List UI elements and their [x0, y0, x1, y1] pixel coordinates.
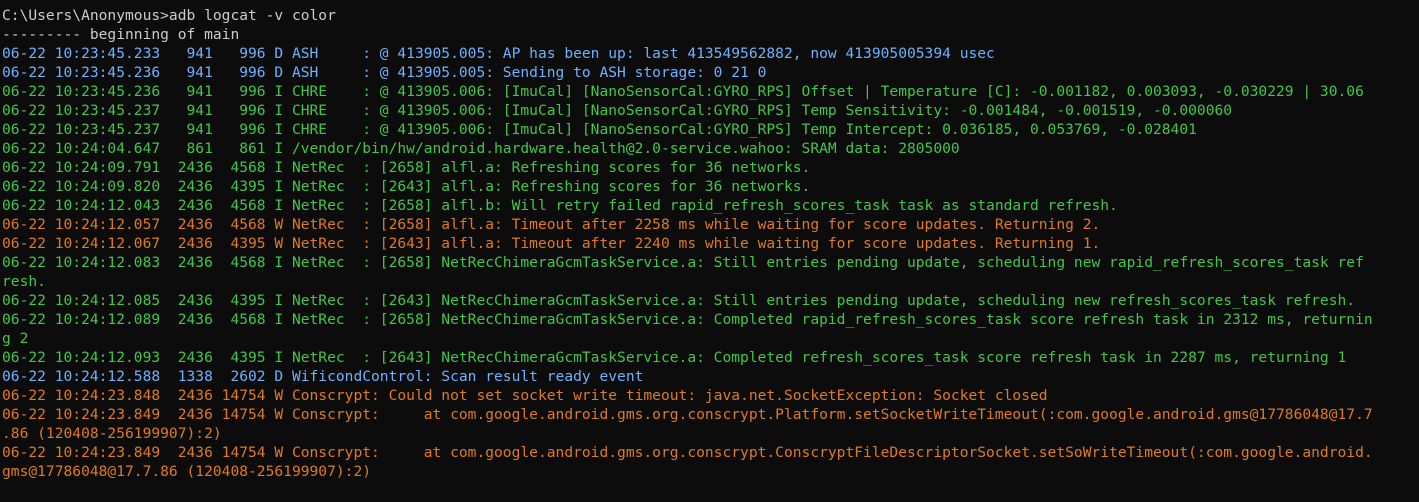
- log-line: 06-22 10:24:12.043 2436 4568 I NetRec : …: [2, 197, 1118, 214]
- log-line: 06-22 10:24:23.849 2436 14754 W Conscryp…: [2, 406, 1373, 423]
- log-line: 06-22 10:24:12.057 2436 4568 W NetRec : …: [2, 216, 1101, 233]
- log-line: 06-22 10:24:04.647 861 861 I /vendor/bin…: [2, 140, 960, 157]
- log-line: 06-22 10:24:09.791 2436 4568 I NetRec : …: [2, 159, 811, 176]
- log-line: 06-22 10:24:12.089 2436 4568 I NetRec : …: [2, 311, 1373, 328]
- log-line: g 2: [2, 330, 29, 347]
- log-line: 06-22 10:24:12.067 2436 4395 W NetRec : …: [2, 235, 1101, 252]
- log-line: 06-22 10:24:12.083 2436 4568 I NetRec : …: [2, 254, 1364, 271]
- log-line: 06-22 10:24:12.085 2436 4395 I NetRec : …: [2, 292, 1356, 309]
- log-line: gms@17786048@17.7.86 (120408-256199907):…: [2, 463, 372, 480]
- log-line: 06-22 10:24:09.820 2436 4395 I NetRec : …: [2, 178, 811, 195]
- log-line: 06-22 10:23:45.233 941 996 D ASH : @ 413…: [2, 45, 995, 62]
- log-line: 06-22 10:24:12.588 1338 2602 D WificondC…: [2, 368, 644, 385]
- log-line: resh.: [2, 273, 46, 290]
- command-line: C:\Users\Anonymous>adb logcat -v color: [2, 7, 336, 24]
- log-separator: --------- beginning of main: [2, 26, 240, 43]
- log-line: .86 (120408-256199907):2): [2, 425, 222, 442]
- log-line: 06-22 10:23:45.236 941 996 I CHRE : @ 41…: [2, 83, 1364, 100]
- log-line: 06-22 10:23:45.237 941 996 I CHRE : @ 41…: [2, 102, 1233, 119]
- log-line: 06-22 10:24:23.849 2436 14754 W Conscryp…: [2, 444, 1373, 461]
- log-line: 06-22 10:23:45.236 941 996 D ASH : @ 413…: [2, 64, 767, 81]
- log-line: 06-22 10:23:45.237 941 996 I CHRE : @ 41…: [2, 121, 1197, 138]
- log-line: 06-22 10:24:23.848 2436 14754 W Conscryp…: [2, 387, 1048, 404]
- terminal-output[interactable]: C:\Users\Anonymous>adb logcat -v color --…: [0, 0, 1419, 502]
- log-line: 06-22 10:24:12.093 2436 4395 I NetRec : …: [2, 349, 1347, 366]
